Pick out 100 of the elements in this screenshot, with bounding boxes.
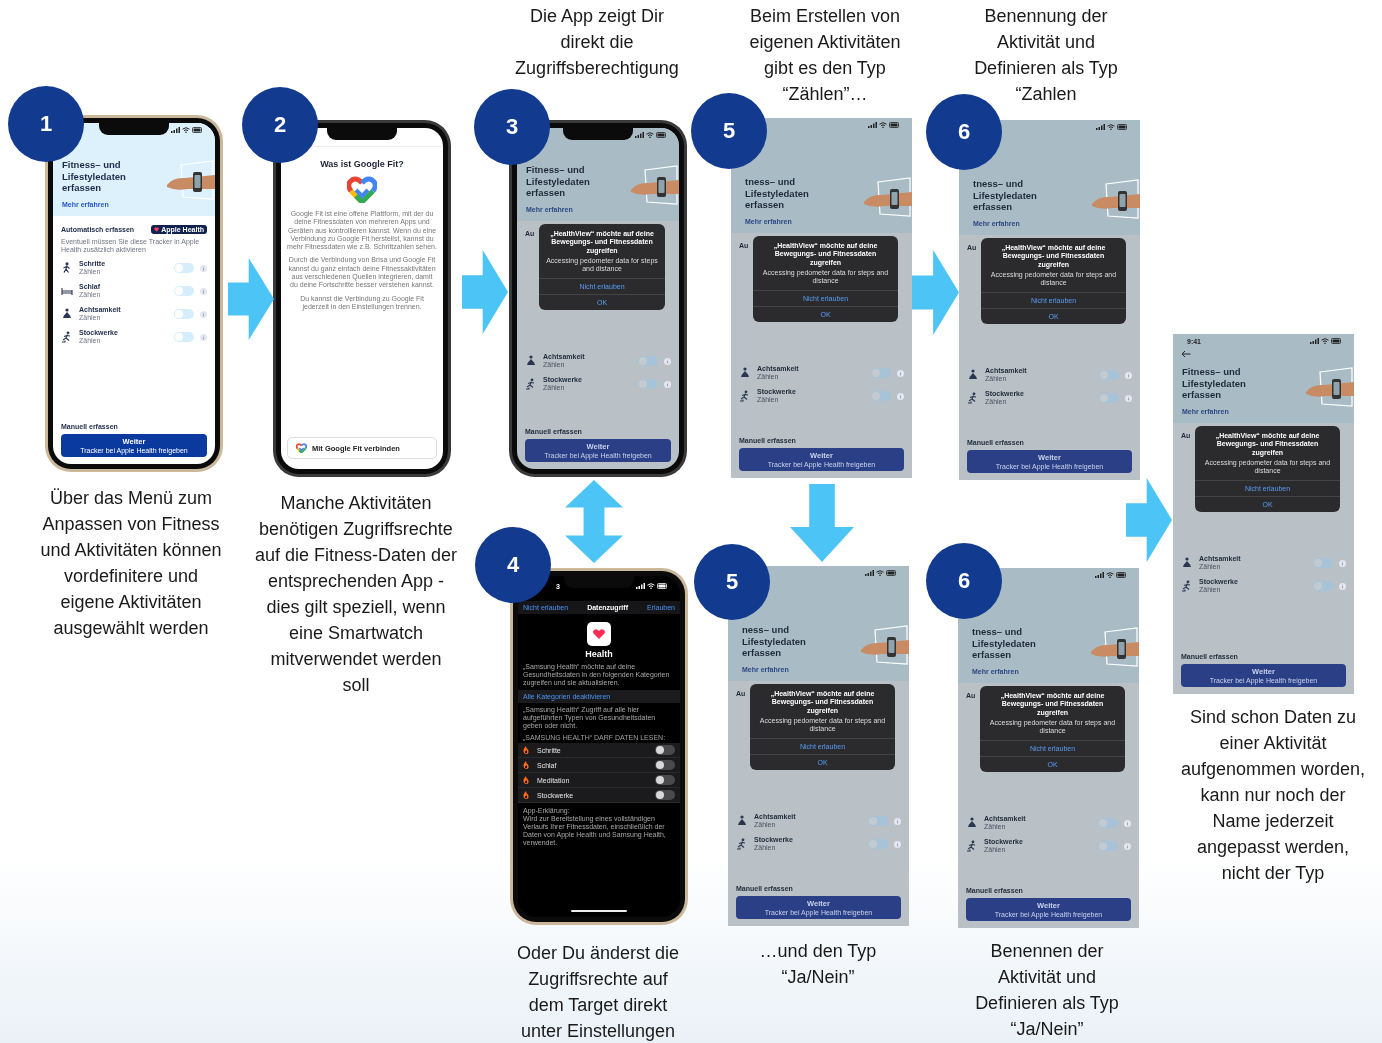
toggle-switch[interactable] bbox=[871, 368, 891, 378]
right-arrow-icon bbox=[462, 250, 508, 334]
wifi-icon bbox=[1106, 572, 1114, 578]
heart-logo-icon bbox=[296, 443, 307, 453]
signal-icon bbox=[636, 583, 645, 589]
toggle-switch[interactable] bbox=[174, 286, 194, 296]
info-icon bbox=[200, 287, 207, 295]
info-icon bbox=[200, 333, 207, 341]
battery-icon bbox=[1117, 124, 1128, 130]
signal-icon bbox=[171, 127, 180, 133]
meditation-icon bbox=[525, 355, 537, 367]
screen-title: Fitness– und Lifestyledaten erfassen bbox=[1182, 366, 1246, 401]
meditation-icon bbox=[966, 817, 978, 829]
step-caption: Benennen der Aktivität und Definieren als Typ “Ja/Nein” bbox=[974, 940, 1120, 1041]
toggle-switch[interactable] bbox=[655, 760, 675, 770]
info-icon bbox=[1339, 582, 1346, 590]
battery-icon bbox=[192, 127, 203, 133]
wifi-icon bbox=[1321, 338, 1329, 344]
toggle-switch[interactable] bbox=[1099, 393, 1119, 403]
wifi-icon bbox=[647, 583, 655, 589]
info-icon bbox=[894, 840, 901, 848]
step-caption: Oder Du änderst die Zugriffsrechte auf dem Target direkt unter Einstellungen bbox=[515, 942, 681, 1043]
screen-title: Fitness– und Lifestyledaten erfassen bbox=[62, 159, 126, 194]
signal-icon bbox=[635, 132, 644, 138]
step-caption: Über das Menü zum Anpassen von Fitness und Aktivitäten können vordefinitere und eigene Aktivitäten ausgewählt werden bbox=[39, 487, 223, 640]
step-number: 5 bbox=[694, 544, 770, 620]
wifi-icon bbox=[876, 570, 884, 576]
health-app-icon bbox=[587, 622, 611, 646]
double-arrow-icon bbox=[565, 480, 623, 563]
screen-title: tness– und Lifestyledaten erfassen bbox=[973, 178, 1037, 213]
info-icon bbox=[1125, 371, 1132, 379]
stairs-runner-icon bbox=[739, 390, 751, 402]
step-caption: Sind schon Daten zu einer Aktivität aufgenommen worden, kann nur noch der Name jederzeit angepasst werden, nicht der Typ bbox=[1179, 706, 1367, 885]
toggle-switch[interactable] bbox=[1098, 818, 1118, 828]
meditation-icon bbox=[736, 815, 748, 827]
stairs-runner-icon bbox=[966, 840, 978, 852]
flame-icon bbox=[523, 746, 529, 754]
step-caption: Die App zeigt Dir direkt die Zugriffsberechtigung bbox=[514, 5, 680, 80]
info-icon bbox=[894, 817, 901, 825]
toggle-switch[interactable] bbox=[638, 379, 658, 389]
battery-icon bbox=[657, 583, 668, 589]
toggle-switch[interactable] bbox=[868, 839, 888, 849]
wifi-icon bbox=[646, 132, 654, 138]
toggle-switch[interactable] bbox=[655, 775, 675, 785]
meditation-icon bbox=[967, 369, 979, 381]
screen-title: Was ist Google Fit? bbox=[320, 159, 404, 169]
toggle-switch[interactable] bbox=[174, 263, 194, 273]
step-number: 1 bbox=[8, 86, 84, 162]
wifi-icon bbox=[182, 127, 190, 133]
toggle-switch[interactable] bbox=[1313, 558, 1333, 568]
meditation-icon bbox=[1181, 557, 1193, 569]
info-icon bbox=[200, 310, 207, 318]
flame-icon bbox=[523, 761, 529, 769]
meditation-icon bbox=[739, 367, 751, 379]
toggle-switch[interactable] bbox=[871, 391, 891, 401]
battery-icon bbox=[1116, 572, 1127, 578]
phone-notch bbox=[327, 128, 397, 140]
info-icon bbox=[897, 369, 904, 377]
stairs-runner-icon bbox=[525, 378, 537, 390]
phone-notch bbox=[563, 128, 633, 140]
toggle-switch[interactable] bbox=[655, 745, 675, 755]
toggle-switch[interactable] bbox=[638, 356, 658, 366]
phone-notch bbox=[99, 123, 169, 135]
info-icon bbox=[1124, 842, 1131, 850]
step-caption: …und den Typ “Ja/Nein” bbox=[758, 940, 878, 989]
info-icon bbox=[200, 264, 207, 272]
heart-logo-icon bbox=[347, 176, 377, 203]
app-name: Health bbox=[585, 649, 613, 659]
signal-icon bbox=[1096, 124, 1105, 130]
right-arrow-icon bbox=[228, 258, 274, 340]
info-icon bbox=[897, 392, 904, 400]
wifi-icon bbox=[879, 122, 887, 128]
home-indicator bbox=[571, 910, 627, 912]
stairs-runner-icon bbox=[736, 838, 748, 850]
toggle-switch[interactable] bbox=[868, 816, 888, 826]
step-number: 3 bbox=[474, 89, 550, 165]
toggle-switch[interactable] bbox=[655, 790, 675, 800]
step-number: 6 bbox=[926, 543, 1002, 619]
battery-icon bbox=[1331, 338, 1342, 344]
stairs-runner-icon bbox=[61, 331, 73, 343]
battery-icon bbox=[886, 570, 897, 576]
stairs-runner-icon bbox=[967, 392, 979, 404]
signal-icon bbox=[1310, 338, 1319, 344]
screen-title: ness– und Lifestyledaten erfassen bbox=[742, 624, 806, 659]
meditation-icon bbox=[61, 308, 73, 320]
right-arrow-icon bbox=[912, 250, 959, 335]
toggle-switch[interactable] bbox=[1313, 581, 1333, 591]
screen-title: tness– und Lifestyledaten erfassen bbox=[972, 626, 1036, 661]
toggle-switch[interactable] bbox=[174, 309, 194, 319]
down-arrow-icon bbox=[790, 484, 854, 562]
toggle-switch[interactable] bbox=[1099, 370, 1119, 380]
battery-icon bbox=[656, 132, 667, 138]
step-number: 5 bbox=[691, 93, 767, 169]
flame-icon bbox=[523, 791, 529, 799]
step-number: 4 bbox=[475, 527, 551, 603]
signal-icon bbox=[1095, 572, 1104, 578]
info-icon bbox=[1339, 559, 1346, 567]
toggle-switch[interactable] bbox=[1098, 841, 1118, 851]
toggle-switch[interactable] bbox=[174, 332, 194, 342]
step-caption: Manche Aktivitäten benötigen Zugriffsrechte auf die Fitness-Daten der entsprechenden App - dies gilt speziell, wenn eine Smartwatch mitverwendet werden soll bbox=[253, 492, 459, 697]
